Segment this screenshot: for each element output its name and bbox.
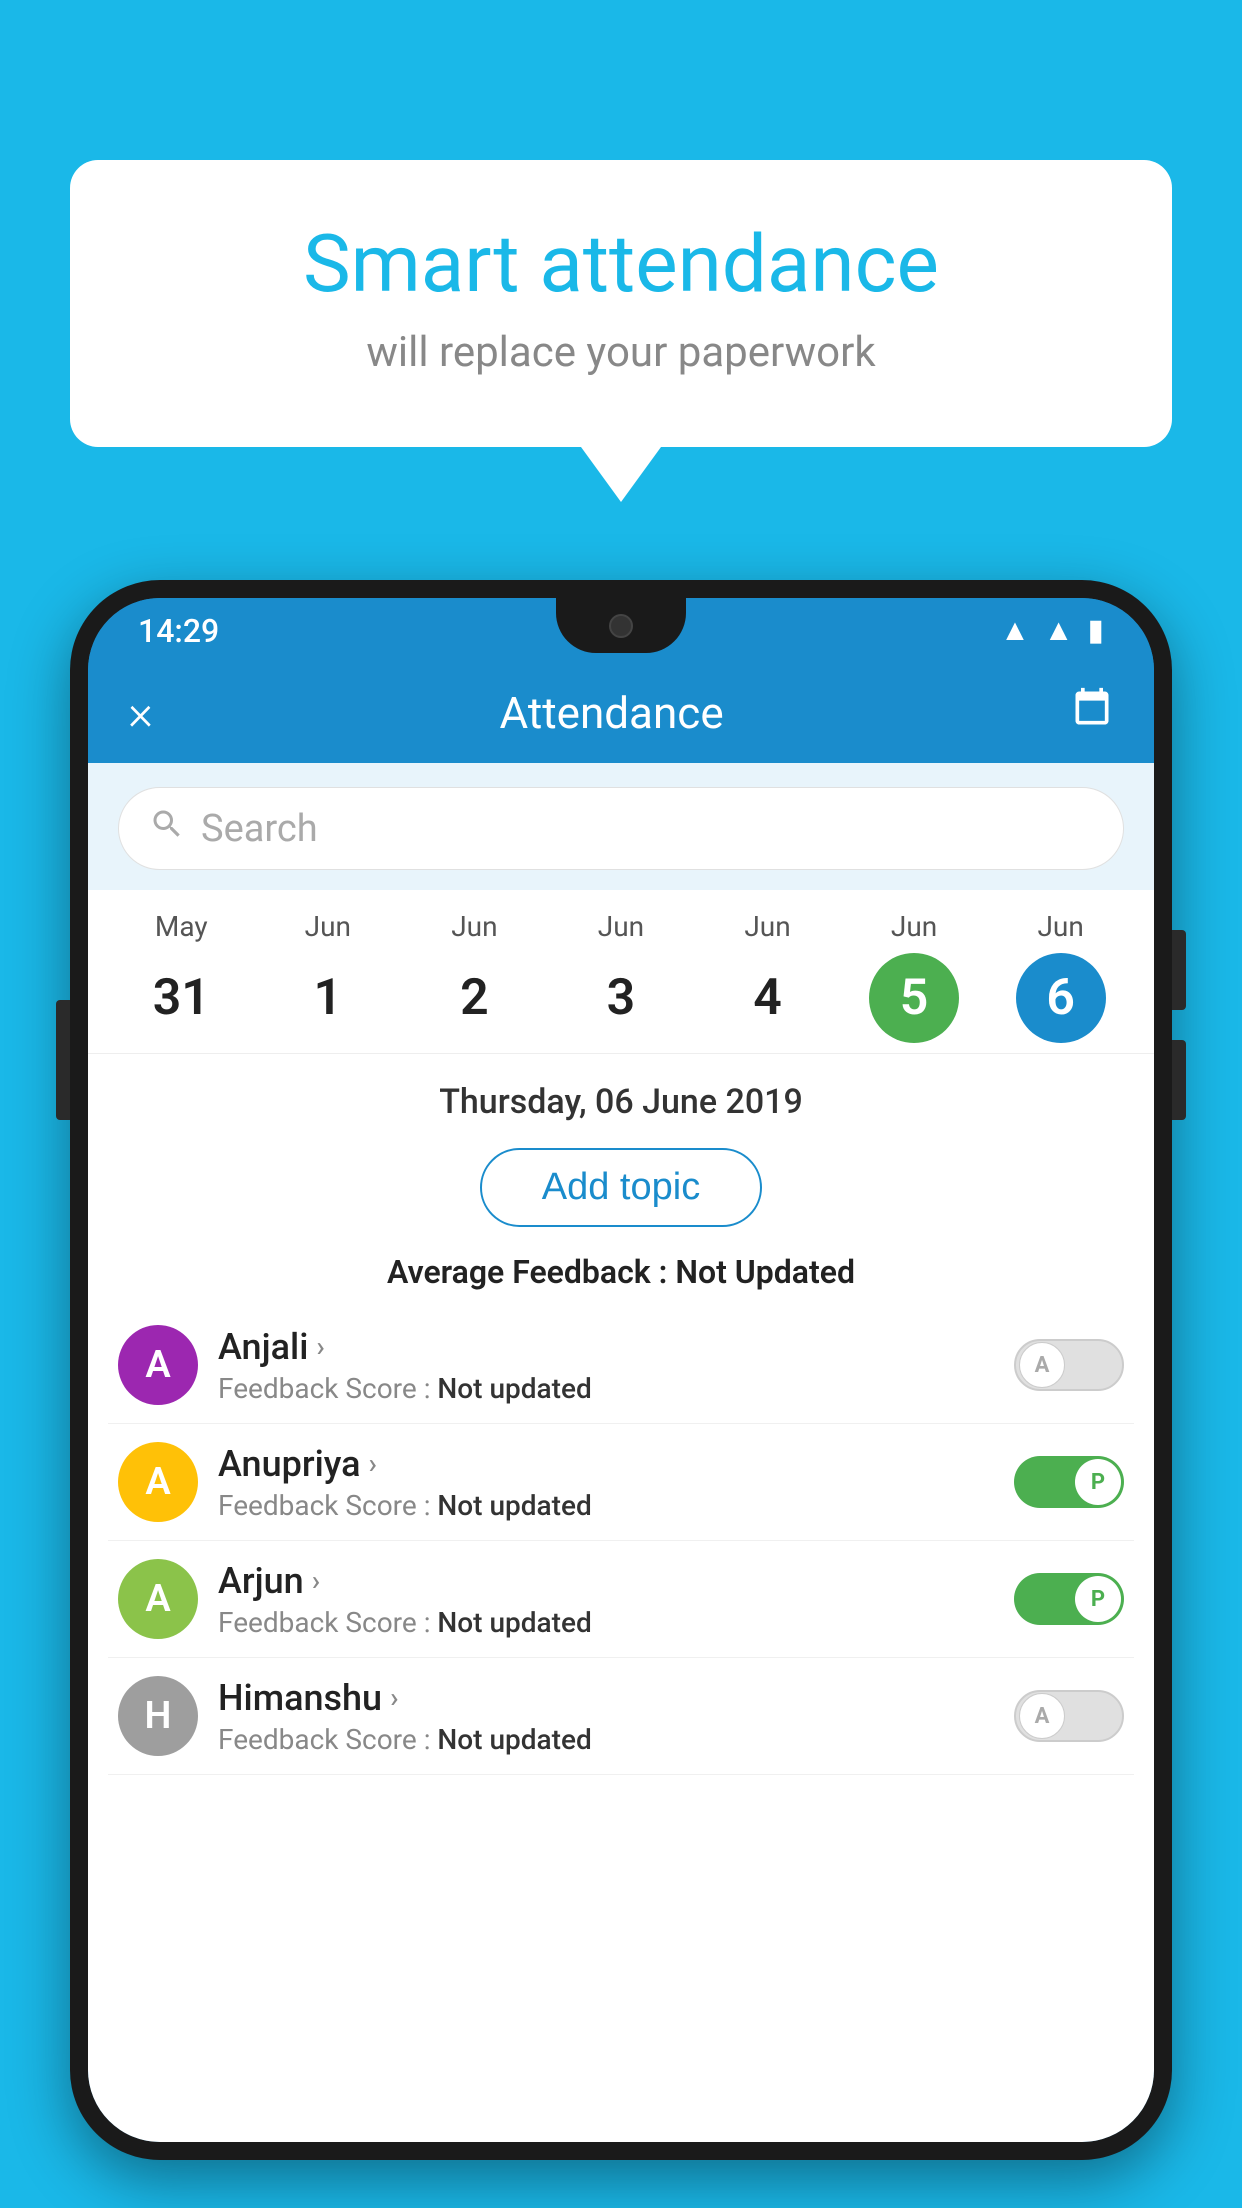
attendance-toggle[interactable]: P [1014, 1573, 1124, 1625]
date-cell[interactable]: Jun 6 [1011, 910, 1111, 1043]
avatar: A [118, 1442, 198, 1522]
date-number: 4 [723, 953, 813, 1043]
side-button-power [1172, 930, 1186, 1010]
side-button-volume-down [1172, 1040, 1186, 1120]
phone-wrapper: 14:29 ▲ ▲ ▮ × Attendance [70, 580, 1172, 2208]
date-number: 2 [429, 953, 519, 1043]
date-month: Jun [451, 910, 497, 943]
student-info: Anupriya › Feedback Score : Not updated [218, 1443, 994, 1522]
student-feedback: Feedback Score : Not updated [218, 1606, 994, 1639]
speech-bubble-tail [581, 447, 661, 502]
app-header: × Attendance [88, 663, 1154, 763]
chevron-icon: › [312, 1564, 320, 1597]
chevron-icon: › [390, 1681, 398, 1714]
date-month: Jun [305, 910, 351, 943]
signal-icon: ▲ [1044, 613, 1074, 648]
date-number: 5 [869, 953, 959, 1043]
student-name: Anjali › [218, 1326, 994, 1368]
date-number: 1 [283, 953, 373, 1043]
wifi-icon: ▲ [1000, 613, 1030, 648]
selected-date: Thursday, 06 June 2019 [88, 1054, 1154, 1138]
speech-bubble-subtitle: will replace your paperwork [150, 328, 1092, 377]
student-name: Anupriya › [218, 1443, 994, 1485]
student-feedback: Feedback Score : Not updated [218, 1489, 994, 1522]
list-item[interactable]: A Arjun › Feedback Score : Not updated P [108, 1541, 1134, 1658]
avg-feedback: Average Feedback : Not Updated [88, 1237, 1154, 1307]
app-title: Attendance [499, 687, 723, 739]
speech-bubble: Smart attendance will replace your paper… [70, 160, 1172, 447]
phone-outer: 14:29 ▲ ▲ ▮ × Attendance [70, 580, 1172, 2160]
screen-content: Search May 31 Jun 1 Jun 2 Jun 3 Jun 4 Jun 5 Jun 6 Thu… [88, 763, 1154, 2142]
student-list: AAnjali ›Feedback Score : Not updatedAAA… [88, 1307, 1154, 1775]
student-name: Arjun › [218, 1560, 994, 1602]
avg-feedback-value: Not Updated [675, 1253, 855, 1291]
phone-notch [556, 598, 686, 653]
date-cell[interactable]: Jun 1 [278, 910, 378, 1043]
date-cell[interactable]: Jun 2 [424, 910, 524, 1043]
date-strip: May 31 Jun 1 Jun 2 Jun 3 Jun 4 Jun 5 Jun 6 [88, 890, 1154, 1054]
toggle-wrapper: P [1014, 1456, 1124, 1508]
chevron-icon: › [369, 1447, 377, 1480]
avg-feedback-label: Average Feedback : [387, 1253, 675, 1291]
camera [609, 614, 633, 638]
student-info: Anjali › Feedback Score : Not updated [218, 1326, 994, 1405]
chevron-icon: › [316, 1330, 324, 1363]
date-number: 6 [1016, 953, 1106, 1043]
attendance-toggle[interactable]: P [1014, 1456, 1124, 1508]
student-info: Arjun › Feedback Score : Not updated [218, 1560, 994, 1639]
list-item[interactable]: H Himanshu › Feedback Score : Not updated A [108, 1658, 1134, 1775]
add-topic-container: Add topic [88, 1138, 1154, 1237]
student-info: Himanshu › Feedback Score : Not updated [218, 1677, 994, 1756]
toggle-knob: A [1019, 1342, 1065, 1388]
status-icons: ▲ ▲ ▮ [1000, 613, 1104, 648]
avatar: A [118, 1559, 198, 1639]
date-number: 31 [136, 953, 226, 1043]
list-item[interactable]: A Anjali › Feedback Score : Not updated A [108, 1307, 1134, 1424]
date-cell[interactable]: Jun 5 [864, 910, 964, 1043]
date-month: May [155, 910, 208, 943]
date-month: Jun [1037, 910, 1083, 943]
status-bar: 14:29 ▲ ▲ ▮ [88, 598, 1154, 663]
side-button-volume [56, 1000, 70, 1120]
search-placeholder: Search [201, 807, 318, 851]
avatar: A [118, 1325, 198, 1405]
date-number: 3 [576, 953, 666, 1043]
list-item[interactable]: A Anupriya › Feedback Score : Not updated P [108, 1424, 1134, 1541]
search-icon [149, 806, 185, 851]
toggle-knob: A [1019, 1693, 1065, 1739]
phone-screen: 14:29 ▲ ▲ ▮ × Attendance [88, 598, 1154, 2142]
attendance-toggle[interactable]: A [1014, 1690, 1124, 1742]
attendance-toggle[interactable]: A [1014, 1339, 1124, 1391]
speech-bubble-wrapper: Smart attendance will replace your paper… [70, 160, 1172, 502]
date-month: Jun [744, 910, 790, 943]
student-name: Himanshu › [218, 1677, 994, 1719]
student-feedback: Feedback Score : Not updated [218, 1723, 994, 1756]
date-month: Jun [598, 910, 644, 943]
status-time: 14:29 [138, 612, 219, 650]
date-cell[interactable]: Jun 4 [718, 910, 818, 1043]
calendar-icon[interactable] [1070, 686, 1114, 741]
toggle-knob: P [1075, 1459, 1121, 1505]
speech-bubble-title: Smart attendance [150, 220, 1092, 308]
close-button[interactable]: × [128, 689, 153, 737]
avatar: H [118, 1676, 198, 1756]
toggle-wrapper: P [1014, 1573, 1124, 1625]
date-cell[interactable]: May 31 [131, 910, 231, 1043]
toggle-knob: P [1075, 1576, 1121, 1622]
toggle-wrapper: A [1014, 1339, 1124, 1391]
add-topic-button[interactable]: Add topic [480, 1148, 762, 1227]
date-month: Jun [891, 910, 937, 943]
toggle-wrapper: A [1014, 1690, 1124, 1742]
battery-icon: ▮ [1087, 613, 1104, 648]
date-cell[interactable]: Jun 3 [571, 910, 671, 1043]
search-container: Search [88, 763, 1154, 890]
student-feedback: Feedback Score : Not updated [218, 1372, 994, 1405]
search-bar[interactable]: Search [118, 787, 1124, 870]
